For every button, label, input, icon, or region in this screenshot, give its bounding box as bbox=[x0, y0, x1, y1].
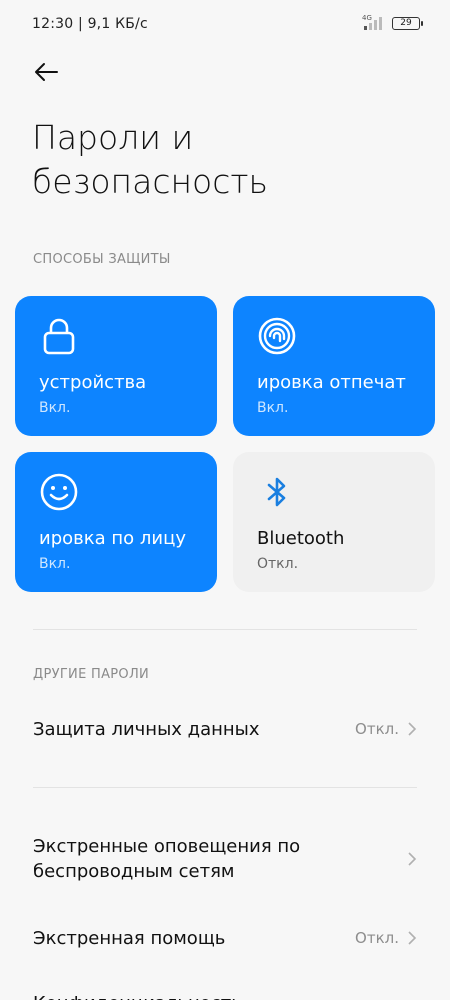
tile-status: Вкл. bbox=[39, 400, 71, 416]
tile-screen-lock[interactable]: устройства Вкл. bbox=[15, 296, 217, 436]
row-value: Откл. bbox=[355, 929, 399, 947]
bluetooth-icon bbox=[267, 477, 286, 507]
tile-title: Bluetooth bbox=[257, 528, 345, 549]
row-title: Экстренные оповещения по беспроводным се… bbox=[33, 836, 301, 882]
row-title: Конфиденциальность bbox=[33, 991, 242, 1000]
row-emergency-sos[interactable]: Экстренная помощь Откл. bbox=[33, 925, 417, 951]
chevron-right-icon bbox=[408, 852, 417, 866]
tile-title: ировка отпечат bbox=[257, 372, 406, 393]
tile-fingerprint[interactable]: ировка отпечат Вкл. bbox=[233, 296, 435, 436]
tile-status: Вкл. bbox=[39, 556, 71, 572]
chevron-right-icon bbox=[408, 722, 417, 736]
face-icon bbox=[40, 473, 78, 511]
back-arrow-icon bbox=[35, 63, 58, 81]
section-label-protection: СПОСОБЫ ЗАЩИТЫ bbox=[33, 252, 171, 267]
status-time-speed: 12:30 | 9,1 КБ/с bbox=[32, 16, 148, 32]
row-wireless-emergency-alerts[interactable]: Экстренные оповещения по беспроводным се… bbox=[33, 833, 417, 885]
section-label-other: ДРУГИЕ ПАРОЛИ bbox=[33, 667, 150, 682]
tile-title: ировка по лицу bbox=[39, 528, 186, 549]
row-privacy[interactable]: Конфиденциальность bbox=[33, 990, 417, 1000]
status-bar: 12:30 | 9,1 КБ/с 4G 29 bbox=[0, 0, 450, 48]
row-title: Экстренная помощь bbox=[33, 927, 226, 949]
status-icons: 4G 29 bbox=[358, 14, 423, 30]
lock-icon bbox=[43, 318, 75, 355]
row-right bbox=[407, 851, 417, 867]
tile-status: Откл. bbox=[257, 556, 299, 572]
row-privacy-protection[interactable]: Защита личных данных Откл. bbox=[33, 716, 417, 742]
tile-status: Вкл. bbox=[257, 400, 289, 416]
battery-icon: 29 bbox=[392, 16, 423, 30]
tile-title: устройства bbox=[39, 372, 147, 393]
fingerprint-icon bbox=[258, 317, 296, 355]
row-right: Откл. bbox=[355, 720, 417, 738]
back-button[interactable] bbox=[30, 56, 62, 88]
signal-icon: 4G bbox=[358, 14, 386, 30]
tile-face-unlock[interactable]: ировка по лицу Вкл. bbox=[15, 452, 217, 592]
protection-tiles: устройства Вкл. ировка отпечат Вкл. иров… bbox=[15, 296, 435, 592]
divider bbox=[33, 787, 417, 788]
network-type: 4G bbox=[362, 14, 372, 22]
divider bbox=[33, 629, 417, 630]
chevron-right-icon bbox=[408, 931, 417, 945]
row-title: Защита личных данных bbox=[33, 718, 260, 740]
tile-bluetooth[interactable]: Bluetooth Откл. bbox=[233, 452, 435, 592]
row-value: Откл. bbox=[355, 720, 399, 738]
row-right: Откл. bbox=[355, 929, 417, 947]
page-title: Пароли и безопасность bbox=[32, 118, 268, 201]
